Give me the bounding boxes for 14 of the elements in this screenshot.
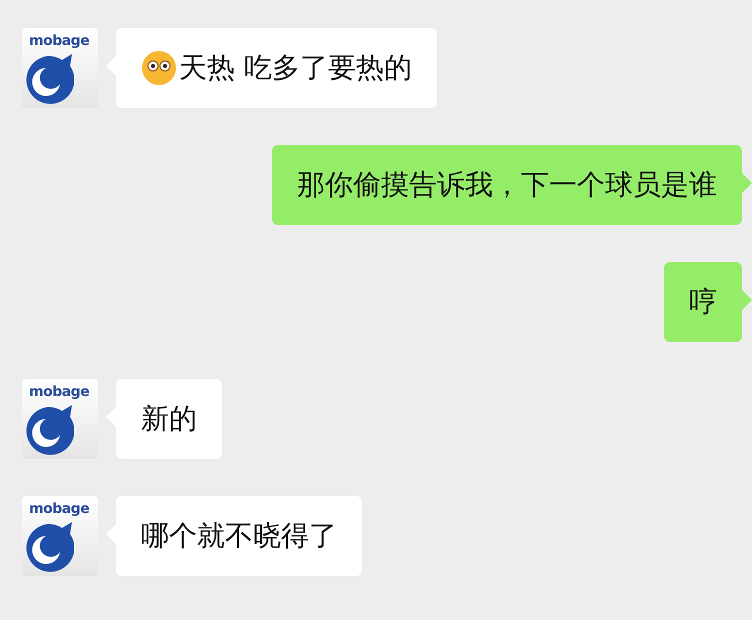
bubble-tail <box>742 173 752 193</box>
bubble-tail <box>742 290 752 310</box>
avatar-logo-text: mobage <box>29 33 90 49</box>
avatar[interactable]: mobage <box>22 379 98 459</box>
avatar[interactable]: mobage <box>22 496 98 576</box>
emoji-icon <box>141 50 177 86</box>
avatar[interactable]: mobage <box>22 28 98 108</box>
avatar-logo-text: mobage <box>29 501 90 517</box>
message-bubble: 那你偷摸告诉我，下一个球员是谁 <box>272 145 742 225</box>
message-bubble: 新的 <box>116 379 222 459</box>
message-bubble: 哼 <box>664 262 742 342</box>
message-bubble: 哪个就不晓得了 <box>116 496 362 576</box>
avatar-logo-text: mobage <box>29 384 90 400</box>
message-bubble: 天热 吃多了要热的 <box>116 28 437 108</box>
